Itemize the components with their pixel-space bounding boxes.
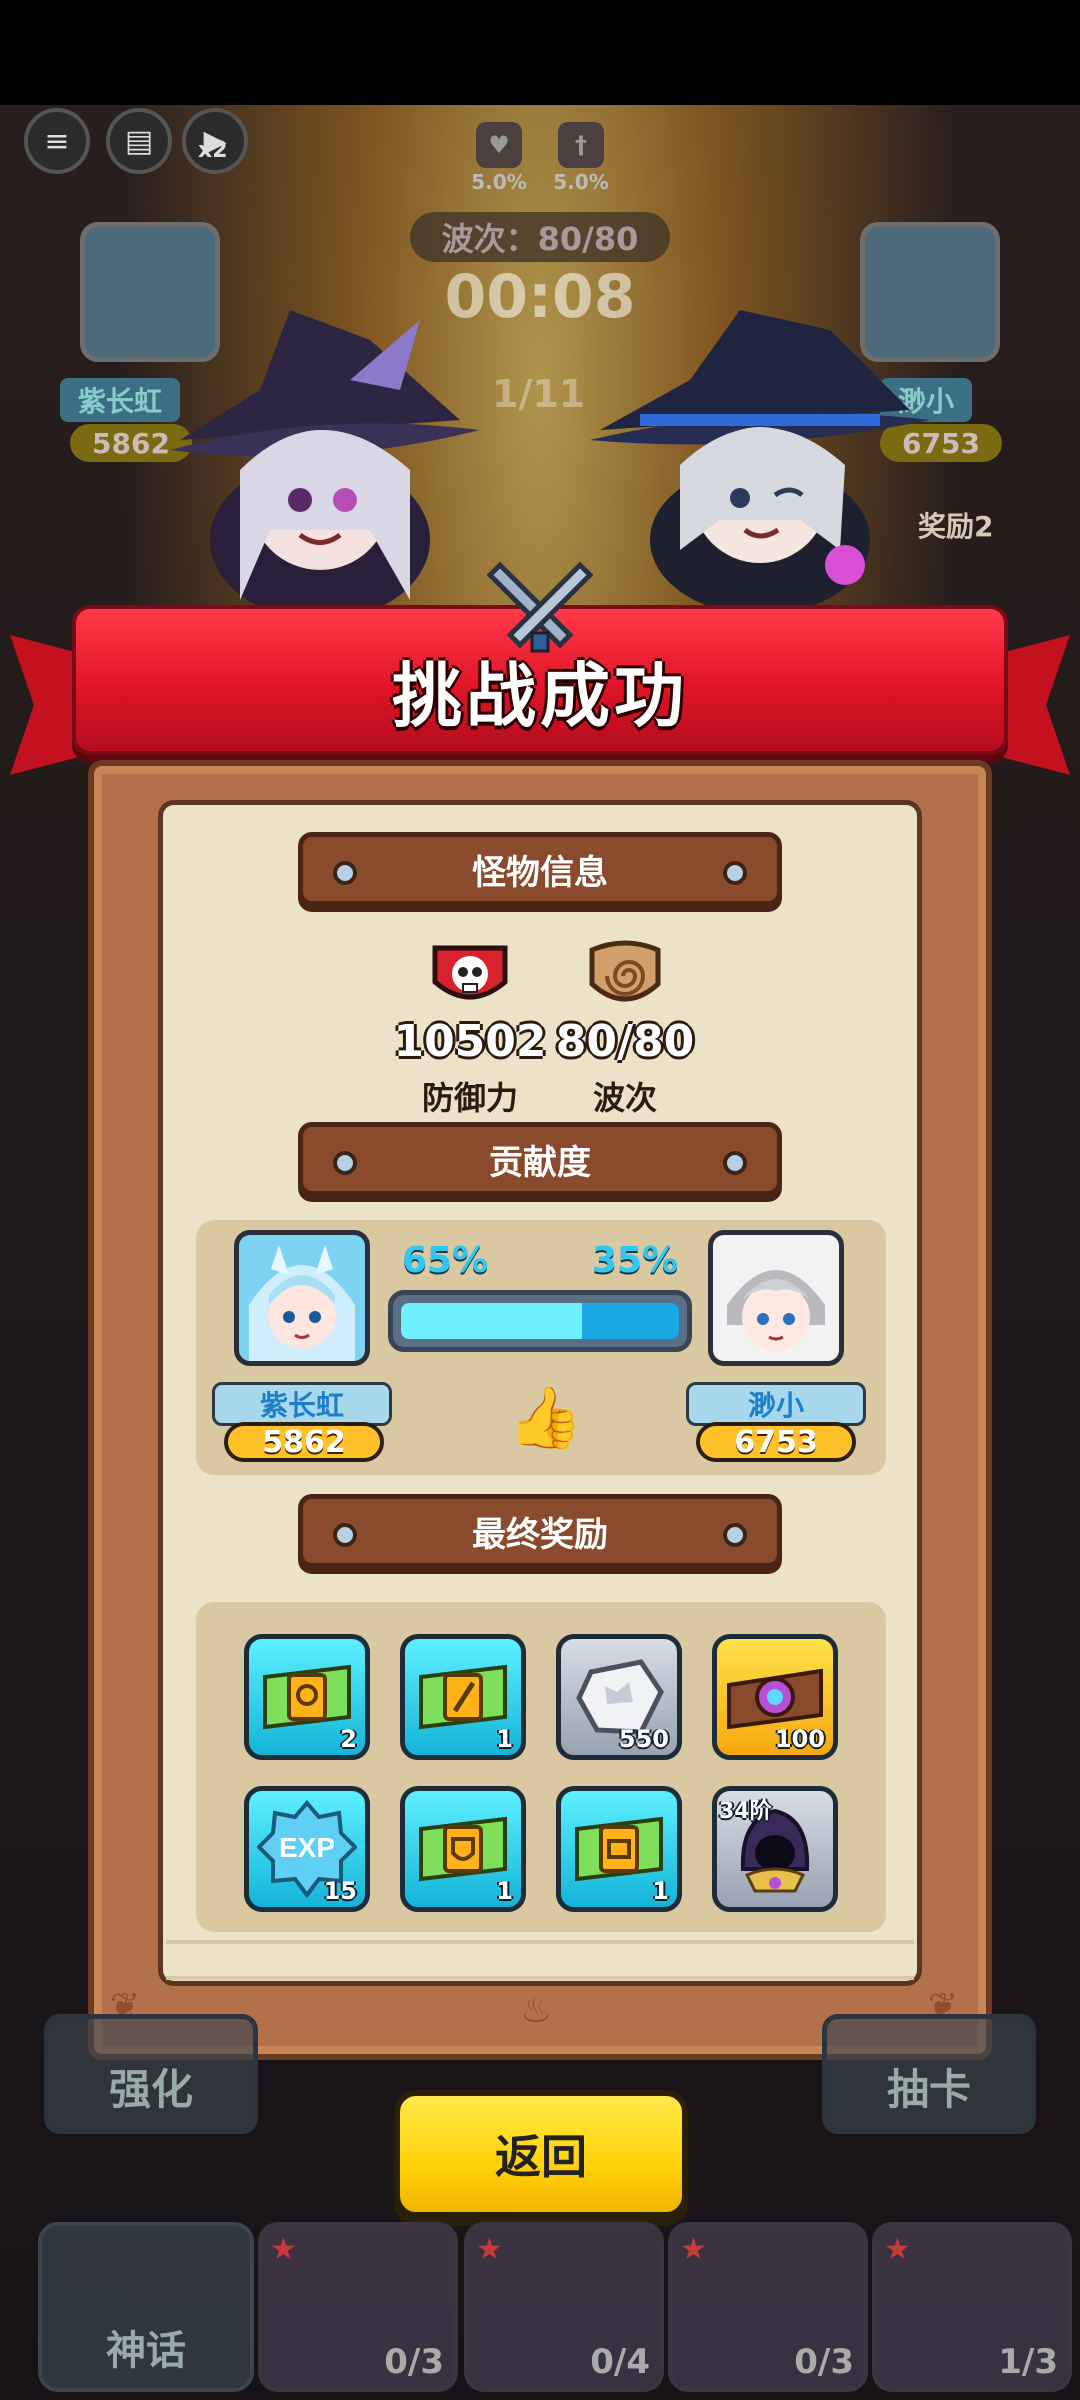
wizard-character-right [590, 310, 930, 610]
result-title: 挑战成功 [392, 655, 688, 737]
reward-item[interactable]: 1 [400, 1634, 526, 1760]
section-title-text: 贡献度 [489, 1142, 591, 1183]
speed-label: x2 [198, 138, 228, 163]
rivet-icon [333, 1151, 357, 1175]
rivet-icon [333, 861, 357, 885]
reward-item[interactable]: 1 [556, 1786, 682, 1912]
buff-1: ♥ 5.0% [464, 122, 534, 194]
rivet-icon [723, 1151, 747, 1175]
unit-slot[interactable]: ★ 0/4 [464, 2222, 664, 2392]
final-rewards-header: 最终奖励 [298, 1494, 782, 1568]
left-player-score-tag: 5862 [224, 1422, 384, 1462]
return-button[interactable]: 返回 [394, 2090, 688, 2218]
buff-value: 5.0% [471, 170, 527, 194]
panel-page-lines [166, 1940, 914, 1980]
reward-item[interactable]: 34阶 [712, 1786, 838, 1912]
reward-count: 100 [774, 1725, 825, 1753]
reward-count: 1 [652, 1877, 669, 1905]
defense-stat: 10502 防御力 [390, 942, 550, 1119]
right-contribution-percent: 35% [592, 1240, 679, 1281]
star-icon: ★ [476, 2232, 503, 2267]
reward-count: 2 [340, 1725, 357, 1753]
right-player-tag: 渺小 [686, 1382, 866, 1426]
reward-count: 1 [496, 1877, 513, 1905]
waves-label: 波次 [592, 1079, 657, 1117]
contribution-bar [388, 1290, 692, 1352]
unit-count: 0/4 [590, 2342, 650, 2382]
star-icon: ★ [884, 2232, 911, 2267]
section-title-text: 最终奖励 [472, 1514, 608, 1555]
defense-label: 防御力 [421, 1079, 518, 1117]
thumbs-up-icon[interactable]: 👍 [508, 1382, 583, 1453]
reward-count: 1 [496, 1725, 513, 1753]
reward-count: 15 [323, 1877, 357, 1905]
broken-sword-icon: † [558, 122, 604, 168]
buff-2: † 5.0% [546, 122, 616, 194]
reward-count: 550 [618, 1725, 669, 1753]
menu-button[interactable]: ≡ [24, 108, 90, 174]
background-round: 1/11 [492, 372, 586, 416]
unit-count: 0/3 [794, 2342, 854, 2382]
reward-item[interactable]: 550 [556, 1634, 682, 1760]
witch-character-left [170, 310, 480, 620]
contribution-bar-fill [401, 1303, 582, 1339]
left-player-tag: 紫长虹 [212, 1382, 392, 1426]
reward-item[interactable]: 2 [244, 1634, 370, 1760]
right-player-portrait [708, 1230, 844, 1366]
left-contribution-percent: 65% [402, 1240, 489, 1281]
section-title-text: 怪物信息 [472, 852, 608, 893]
unit-count: 0/3 [384, 2342, 444, 2382]
waves-stat: 80/80 波次 [550, 940, 700, 1119]
draw-card-button[interactable]: 抽卡 [822, 2014, 1036, 2134]
right-player-score-tag: 6753 [696, 1422, 856, 1462]
contribution-bar-track [401, 1303, 679, 1339]
waves-value: 80/80 [555, 1016, 695, 1067]
unit-slot[interactable]: ★ 0/3 [258, 2222, 458, 2392]
spiral-shield-icon [589, 940, 661, 1002]
star-icon: ★ [680, 2232, 707, 2267]
left-player-portrait [234, 1230, 370, 1366]
buff-value: 5.0% [553, 170, 609, 194]
reward-item[interactable]: 100 [712, 1634, 838, 1760]
unit-count: 1/3 [998, 2342, 1058, 2382]
unit-slot[interactable]: ★ 0/3 [668, 2222, 868, 2392]
unit-slot[interactable]: ★ 1/3 [872, 2222, 1072, 2392]
monster-info-header: 怪物信息 [298, 832, 782, 906]
flame-ornament-icon: ♨ [520, 1990, 553, 2031]
rivet-icon [723, 1523, 747, 1547]
chat-button[interactable]: ▤ [106, 108, 172, 174]
wave-indicator: 波次：80/80 [410, 212, 670, 262]
reward-item[interactable]: EXP 15 [244, 1786, 370, 1912]
skull-shield-icon [432, 945, 508, 1000]
reward-tier: 34阶 [719, 1799, 772, 1824]
status-bar [0, 0, 1080, 105]
defense-value: 10502 [393, 1016, 547, 1067]
strengthen-button[interactable]: 强化 [44, 2014, 258, 2134]
contribution-header: 贡献度 [298, 1122, 782, 1196]
rivet-icon [723, 861, 747, 885]
star-icon: ★ [270, 2232, 297, 2267]
myth-button[interactable]: 神话 [38, 2222, 254, 2392]
reward-item[interactable]: 1 [400, 1786, 526, 1912]
rivet-icon [333, 1523, 357, 1547]
broken-heart-icon: ♥ [476, 122, 522, 168]
svg-text:EXP: EXP [279, 1832, 335, 1863]
